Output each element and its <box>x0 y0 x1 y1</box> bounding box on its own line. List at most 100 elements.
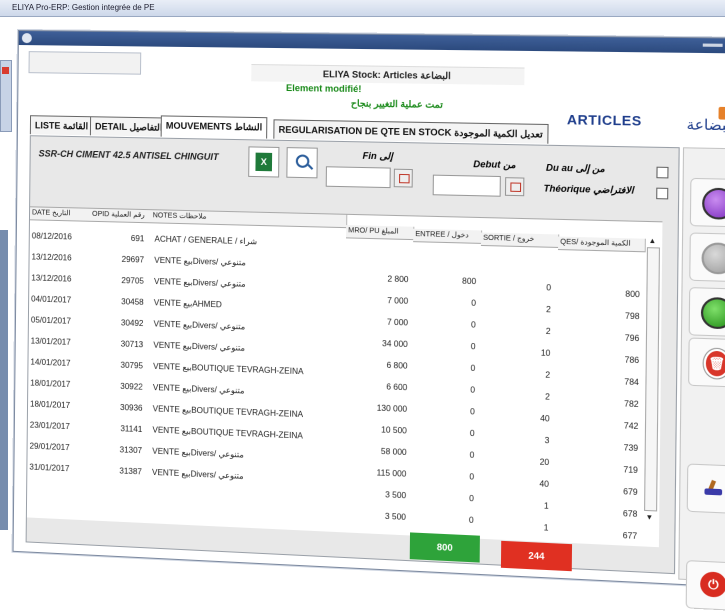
green-action-button[interactable] <box>689 287 725 337</box>
table-cell-qes: 677 <box>557 528 637 541</box>
table-cell-date: 08/12/2016 <box>32 231 72 241</box>
calendar-icon <box>510 182 521 192</box>
window-titlebar <box>19 31 725 54</box>
debut-calendar-button[interactable] <box>505 177 524 196</box>
table-cell-date: 31/01/2017 <box>29 463 69 474</box>
section-title: ARTICLES <box>567 112 642 129</box>
table-cell-date: 05/01/2017 <box>31 315 71 325</box>
debut-label: Debut من <box>473 159 515 171</box>
tab-mouvements[interactable]: MOUVEMENTS النشاط <box>161 115 268 138</box>
table-cell-opid: 30795 <box>90 360 143 371</box>
table-cell-opid: 31387 <box>89 465 142 476</box>
table-cell-notes: VENTE بيعDivers/ متنوعي <box>154 256 246 268</box>
table-cell-pu: 3 500 <box>345 510 406 522</box>
table-cell-date: 14/01/2017 <box>30 357 70 367</box>
table-cell-opid: 29697 <box>92 254 145 265</box>
table-cell-opid: 31141 <box>90 423 143 434</box>
col-date[interactable]: DATE التاريخ <box>30 207 91 222</box>
scroll-down-arrow-icon[interactable]: ▼ <box>644 513 655 524</box>
table-cell-opid: 30458 <box>91 296 144 307</box>
fin-date-input[interactable] <box>326 166 391 188</box>
table-cell-opid: 30936 <box>90 402 143 413</box>
vertical-scrollbar[interactable] <box>644 247 660 511</box>
purple-circle-icon <box>702 188 725 220</box>
table-cell-date: 23/01/2017 <box>30 420 70 431</box>
excel-export-button[interactable]: X <box>248 146 279 177</box>
minimize-button[interactable] <box>718 107 725 120</box>
total-sortie: 244 <box>501 541 572 571</box>
table-cell-date: 13/12/2016 <box>32 252 72 262</box>
scroll-up-arrow-icon[interactable]: ▲ <box>647 237 658 248</box>
outer-title: ELIYA Pro-ERP: Gestion integrée de PE <box>0 3 155 12</box>
table-cell-notes: VENTE بيعDivers/ متنوعي <box>152 468 244 481</box>
grey-action-button[interactable] <box>689 232 725 282</box>
table-cell-opid <box>89 486 141 488</box>
du-au-label: Du au من إلى <box>546 162 605 175</box>
table-cell-date: 18/01/2017 <box>30 399 70 410</box>
table-cell-sortie: 1 <box>480 520 549 532</box>
table-cell-notes: VENTE بيعDivers/ متنوعي <box>153 383 245 396</box>
table-cell-notes: VENTE بيعDivers/ متنوعي <box>153 341 245 353</box>
articles-window: ELIYA Stock: Articles البضاعة Element mo… <box>13 30 725 588</box>
table-cell-opid: 29705 <box>91 275 144 286</box>
table-cell-notes: VENTE بيعDivers/ متنوعي <box>152 447 244 460</box>
table-cell-date: 04/01/2017 <box>31 294 71 304</box>
movements-table: DATE التاريخ OPID رقم العملية NOTES ملاح… <box>27 206 663 547</box>
excel-icon: X <box>255 153 272 172</box>
table-cell-entree: 0 <box>412 513 474 525</box>
table-cell-notes: VENTE بيعDivers/ متنوعي <box>154 319 246 331</box>
table-cell-notes: VENTE بيعBOUTIQUE TEVRAGH-ZEINA <box>153 404 303 419</box>
titlebar-grip <box>703 44 723 47</box>
table-cell-opid: 31307 <box>90 444 143 455</box>
window-buttons <box>717 106 725 125</box>
header-box <box>28 51 141 75</box>
clear-button[interactable] <box>687 463 725 514</box>
table-cell-entree <box>415 254 476 256</box>
power-button[interactable]: ⏻ <box>686 560 725 611</box>
system-menu-icon[interactable] <box>22 33 32 43</box>
table-cell-notes: VENTE بيعDivers/ متنوعي <box>154 277 246 289</box>
col-opid[interactable]: OPID رقم العملية <box>90 209 152 224</box>
outer-titlebar: ELIYA Pro-ERP: Gestion integrée de PE <box>0 0 725 17</box>
table-cell-date: 29/01/2017 <box>30 442 70 453</box>
table-cell-notes: VENTE بيعBOUTIQUE TEVRAGH-ZEINA <box>153 362 303 376</box>
mouvements-panel: SSR-CH CIMENT 42.5 ANTISEL CHINGUIT X Fi… <box>26 135 680 574</box>
table-cell-pu <box>348 252 409 254</box>
table-cell-opid: 691 <box>92 233 145 243</box>
search-button[interactable] <box>286 147 317 178</box>
table-cell-notes: VENTE بيعBOUTIQUE TEVRAGH-ZEINA <box>152 425 302 440</box>
table-cell-date: 13/12/2016 <box>31 273 71 283</box>
power-icon: ⏻ <box>700 571 725 598</box>
search-icon <box>296 154 310 168</box>
fin-calendar-button[interactable] <box>394 169 413 188</box>
article-name: SSR-CH CIMENT 42.5 ANTISEL CHINGUIT <box>39 148 219 162</box>
theorique-label: Théorique الافتراضي <box>544 183 634 196</box>
table-cell-opid: 30922 <box>90 381 143 392</box>
table-cell-date: 13/01/2017 <box>31 336 71 346</box>
total-entree: 800 <box>410 532 480 562</box>
status-modified-ar: تمت عملية التغيير بنجاح <box>313 98 481 112</box>
tab-detail[interactable]: DETAIL التفاصيل <box>90 116 168 137</box>
debut-date-input[interactable] <box>433 175 501 197</box>
purple-action-button[interactable] <box>690 178 725 228</box>
green-circle-icon <box>701 297 725 330</box>
background-window-edge <box>0 230 8 530</box>
col-notes[interactable]: NOTES ملاحظات <box>151 210 348 228</box>
tab-liste[interactable]: LISTE القائمة <box>30 115 93 135</box>
trash-icon: 🗑 <box>704 348 725 378</box>
delete-button[interactable]: 🗑 <box>688 337 725 387</box>
grey-circle-icon <box>701 242 725 274</box>
table-cell-date: 18/01/2017 <box>30 378 70 388</box>
theorique-checkbox[interactable] <box>656 188 668 200</box>
fin-label: Fin إلى <box>363 151 393 163</box>
close-icon <box>2 67 9 74</box>
table-cell-opid: 30713 <box>91 338 144 349</box>
background-window-fragment <box>0 60 12 132</box>
table-cell-notes: VENTE بيعAHMED <box>154 298 222 309</box>
table-cell-notes: ACHAT / GENERALE / شراء <box>154 235 257 247</box>
action-sidebar: 🗑 ⏻ <box>678 147 725 583</box>
du-au-checkbox[interactable] <box>656 167 668 179</box>
brush-icon <box>704 480 722 495</box>
table-cell-opid: 30492 <box>91 317 144 328</box>
calendar-icon <box>399 174 410 183</box>
